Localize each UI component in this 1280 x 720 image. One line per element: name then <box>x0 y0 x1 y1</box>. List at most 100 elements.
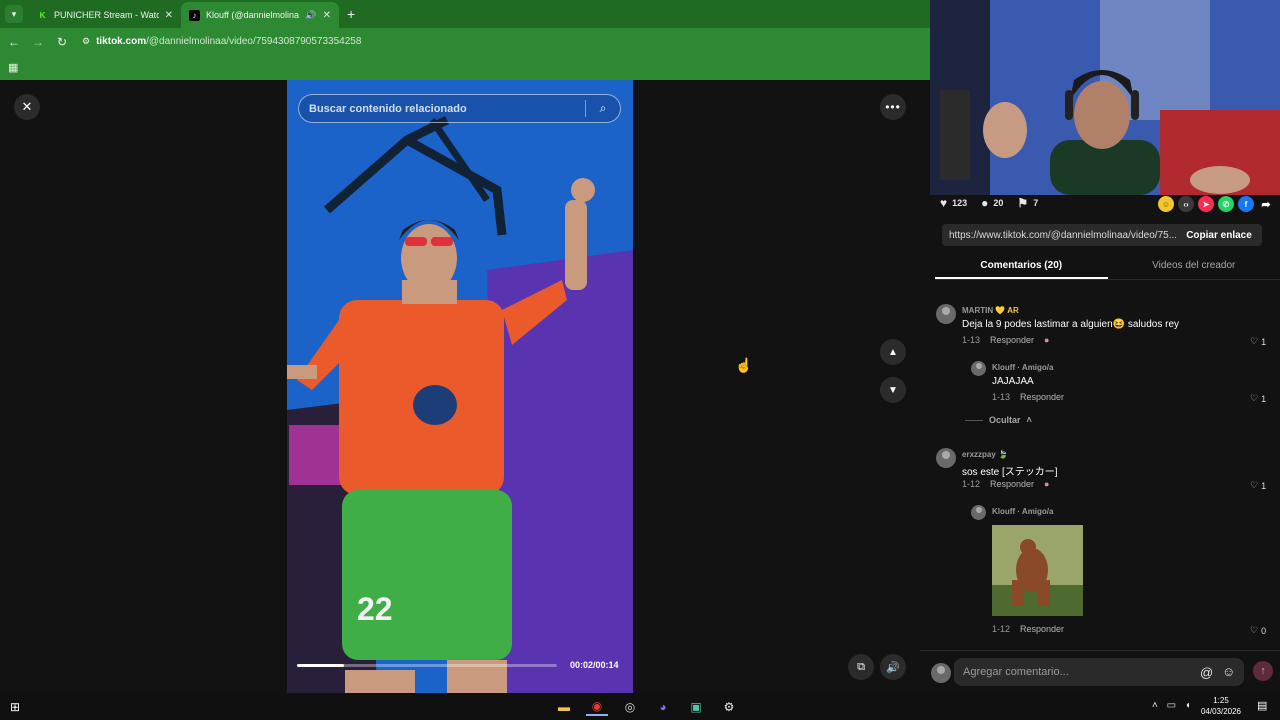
browser-tab-tiktok[interactable]: ♪ Klouff (@dannielmolinaa) | TikTok 🔊 ✕ <box>181 2 339 28</box>
reply-username[interactable]: Klouff · Amigo/a <box>992 363 1053 372</box>
comment-username[interactable]: erxzzpay 🍃 <box>962 450 1008 459</box>
reply-button[interactable]: Responder <box>1020 392 1064 402</box>
tab-comments[interactable]: Comentarios (20) <box>935 252 1108 279</box>
close-video-button[interactable]: ✕ <box>14 94 40 120</box>
reply-like-count: 1 <box>1261 393 1267 404</box>
mention-icon[interactable]: @ <box>1200 665 1213 680</box>
avatar[interactable] <box>936 304 956 324</box>
tab-creator-videos[interactable]: Videos del creador <box>1108 252 1280 279</box>
tab-title: PUNICHER Stream - Watch Live <box>54 10 159 20</box>
tab-search-icon[interactable]: ▾ <box>5 5 23 23</box>
search-icon[interactable]: ⌕ <box>586 101 620 116</box>
add-comment-bar: @ ☺ ↑ <box>920 650 1280 693</box>
audio-playing-icon[interactable]: 🔊 <box>305 10 316 21</box>
reply-username[interactable]: Klouff · Amigo/a <box>992 507 1053 516</box>
obs-icon[interactable]: ◎ <box>619 697 641 716</box>
forward-icon[interactable]: → <box>26 35 50 49</box>
comment-date: 1-12 <box>962 479 981 489</box>
discord-icon[interactable]: ◕ <box>652 697 674 716</box>
bookmark-icon[interactable]: ⚑ <box>1017 196 1028 210</box>
reply-date: 1-13 <box>992 392 1011 402</box>
close-icon: ✕ <box>21 99 33 114</box>
apps-grid-icon[interactable]: ▦ <box>8 61 18 74</box>
chevron-up-icon: ˄ <box>1026 415 1032 425</box>
share-buttons: ☺ ‹› ➤ ✆ f ➦ <box>1158 196 1274 212</box>
file-explorer-icon[interactable]: ▬ <box>553 697 575 716</box>
reply-meta: 1-13 Responder <box>992 392 1064 402</box>
notifications-icon[interactable]: ▤ <box>1257 699 1267 712</box>
new-tab-button[interactable]: + <box>347 6 355 22</box>
share-more-icon[interactable]: ➦ <box>1258 196 1274 212</box>
system-tray-icons[interactable]: ˄ ▭ ◖ <box>1152 700 1194 711</box>
taskbar-clock[interactable]: 1:25 04/03/2026 <box>1199 695 1243 717</box>
reply-meta: 1-12 Responder <box>992 624 1064 634</box>
windows-start-icon[interactable]: ⊞ <box>10 700 20 714</box>
address-bar[interactable]: ⚙ tiktok.com/@dannielmolinaa/video/75943… <box>82 36 361 47</box>
picture-in-picture-button[interactable]: ⧉ <box>848 654 874 680</box>
reply-button[interactable]: Responder <box>990 479 1034 489</box>
url-path: /@dannielmolinaa/video/75943087905733542… <box>146 36 362 47</box>
site-info-icon[interactable]: ⚙ <box>82 36 90 47</box>
previous-video-button[interactable]: ▲ <box>880 339 906 365</box>
video-progress-bar[interactable] <box>297 664 557 667</box>
reply-like-count: 0 <box>1261 625 1267 636</box>
kick-icon: K <box>37 9 48 21</box>
search-input[interactable] <box>299 102 585 115</box>
creator-liked-icon: ● <box>1044 335 1050 345</box>
url-domain: tiktok.com <box>96 36 147 47</box>
heart-outline-icon: ♡ <box>1250 393 1259 403</box>
avatar[interactable] <box>971 361 986 376</box>
back-icon[interactable]: ← <box>2 35 26 49</box>
reply-text: JAJAJAA <box>992 376 1034 387</box>
panel-tabs: Comentarios (20) Videos del creador <box>935 252 1280 280</box>
reload-icon[interactable]: ↻ <box>50 35 74 49</box>
creator-liked-icon: ● <box>1044 479 1050 489</box>
reply-button[interactable]: Responder <box>990 335 1034 345</box>
comment-meta: 1-13 Responder ● <box>962 335 1049 345</box>
reply-like[interactable]: ♡ 1 <box>1250 393 1266 404</box>
send-icon[interactable]: ↑ <box>1253 661 1273 681</box>
whatsapp-icon[interactable]: ✆ <box>1218 196 1234 212</box>
send-share-icon[interactable]: ➤ <box>1198 196 1214 212</box>
reply-date: 1-12 <box>992 624 1011 634</box>
emoji-icon[interactable]: ☺ <box>1222 664 1235 679</box>
reply-like[interactable]: ♡ 0 <box>1250 625 1266 636</box>
bookmarks-bar: ▦ <box>0 55 930 80</box>
hide-replies-button[interactable]: Ocultar ˄ <box>965 415 1032 425</box>
next-video-button[interactable]: ▼ <box>880 377 906 403</box>
avatar[interactable] <box>971 505 986 520</box>
terminal-icon[interactable]: ▣ <box>685 697 707 716</box>
close-tab-icon[interactable]: ✕ <box>165 10 173 21</box>
video-player[interactable]: 22 ⌕ 00:02/00:14 <box>287 80 633 693</box>
avatar[interactable] <box>936 448 956 468</box>
share-link-url[interactable]: https://www.tiktok.com/@dannielmolinaa/v… <box>942 230 1176 241</box>
browser-tab-kick[interactable]: K PUNICHER Stream - Watch Live ✕ <box>29 2 181 28</box>
more-options-button[interactable]: ••• <box>880 94 906 120</box>
volume-button[interactable]: 🔊 <box>880 654 906 680</box>
reply-button[interactable]: Responder <box>1020 624 1064 634</box>
facebook-icon[interactable]: f <box>1238 196 1254 212</box>
more-icon: ••• <box>885 100 901 114</box>
comment-username[interactable]: MARTIN 💛 AR <box>962 306 1019 315</box>
comment-count: 20 <box>993 198 1004 208</box>
sticker-image[interactable] <box>992 525 1083 616</box>
comment-icon[interactable]: ● <box>981 196 988 210</box>
comment-like[interactable]: ♡ 1 <box>1250 480 1266 491</box>
settings-icon[interactable]: ⚙ <box>718 697 740 716</box>
comment-like[interactable]: ♡ 1 <box>1250 336 1266 347</box>
user-badge: 💛 AR <box>995 306 1019 315</box>
volume-icon: 🔊 <box>886 661 900 674</box>
heart-icon[interactable]: ♥ <box>940 196 947 210</box>
video-time: 00:02/00:14 <box>570 660 619 670</box>
chevron-up-icon: ▲ <box>888 346 898 358</box>
chrome-icon[interactable]: ◉ <box>586 697 608 716</box>
close-tab-icon[interactable]: ✕ <box>323 10 331 21</box>
embed-icon[interactable]: ‹› <box>1178 196 1194 212</box>
clock-date: 04/03/2026 <box>1200 707 1242 716</box>
copy-link-button[interactable]: Copiar enlace <box>1176 230 1262 241</box>
related-search-bar[interactable]: ⌕ <box>298 94 621 123</box>
chevron-down-icon: ▼ <box>888 384 898 396</box>
friends-share-icon[interactable]: ☺ <box>1158 196 1174 212</box>
tiktok-icon: ♪ <box>189 9 200 21</box>
webcam-image <box>930 0 1280 195</box>
